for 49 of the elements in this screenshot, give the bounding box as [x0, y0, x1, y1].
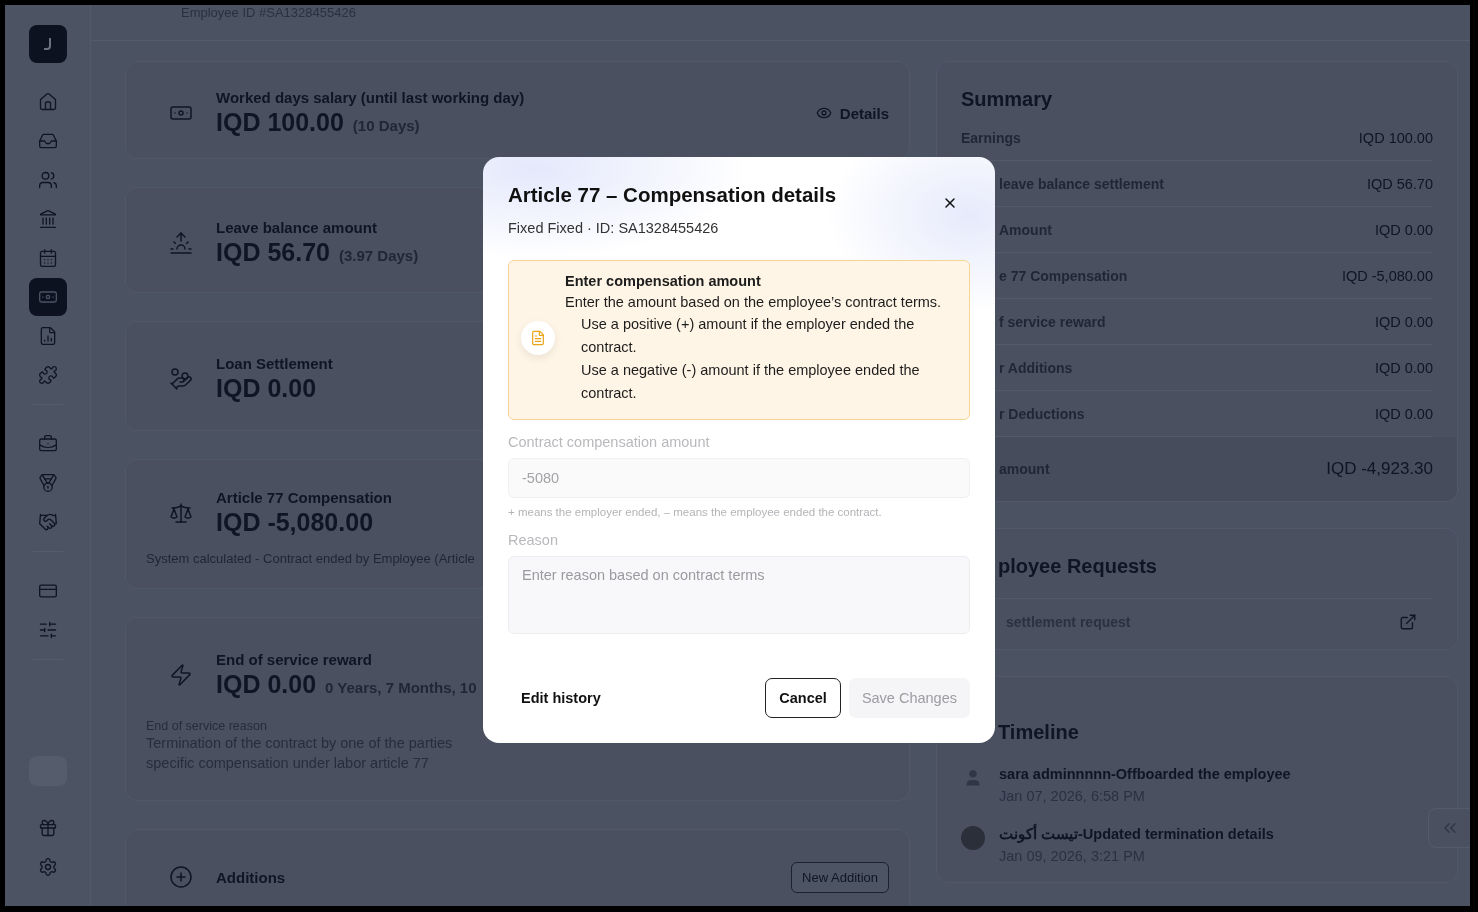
total-value: IQD -4,923.30: [1326, 459, 1433, 479]
dialog-title: Article 77 – Compensation details: [508, 183, 837, 207]
new-addition-button[interactable]: New Addition: [791, 861, 889, 893]
amount-text: IQD -5,080.00: [216, 507, 374, 537]
card-title: Leave balance amount: [216, 219, 377, 236]
field-label: Contract compensation amount: [508, 434, 711, 450]
collapse-button[interactable]: [1428, 808, 1470, 848]
summary-value: IQD 0.00: [1374, 221, 1433, 238]
amount-text: IQD 0.00: [216, 374, 317, 403]
summary-title: Summary: [961, 88, 1054, 111]
sunrise-icon: [169, 231, 193, 255]
card-title: Loan Settlement: [216, 355, 333, 372]
cancel-button[interactable]: Cancel: [765, 678, 841, 718]
summary-value: IQD 0.00: [1374, 405, 1433, 422]
close-button[interactable]: [942, 195, 958, 211]
summary-value: IQD 0.00: [1374, 359, 1433, 376]
requests-title: ployee Requests: [998, 555, 1158, 578]
lightning-icon: [169, 663, 193, 687]
coins-hand-icon: [169, 367, 193, 391]
card-title: Worked days salary (until last working day): [216, 89, 525, 106]
timeline-event: sara adminnnnn-Offboarded the employee: [999, 766, 1291, 782]
avatar: [961, 826, 985, 850]
banknote-icon[interactable]: [28, 278, 67, 316]
eye-icon: [815, 105, 832, 121]
logo-icon[interactable]: [28, 25, 67, 63]
document-icon: [521, 321, 555, 355]
card-title: End of service reward: [216, 651, 372, 668]
amount-text: IQD 0.00: [216, 670, 317, 699]
field-label: Reason: [508, 532, 559, 548]
card-title: Article 77 Compensation: [216, 488, 392, 506]
summary-value: IQD -5,080.00: [1341, 267, 1433, 284]
external-link-icon[interactable]: [1399, 613, 1417, 631]
plus-circle-icon: [169, 865, 193, 889]
summary-value: IQD 0.00: [1374, 313, 1433, 330]
field-hint: + means the employer ended, – means the employee ended the contract.: [508, 506, 883, 518]
details-button[interactable]: Details: [815, 100, 889, 126]
dialog-subtitle: Fixed Fixed · ID: SA1328455426: [508, 220, 720, 236]
scale-icon: [169, 500, 193, 525]
edit-history-button[interactable]: Edit history: [508, 682, 614, 714]
card-title: Additions: [216, 868, 286, 886]
info-bullet: Use a negative (-) amount if the employee ended the contract.: [580, 361, 921, 403]
summary-value: IQD 100.00: [1358, 129, 1433, 146]
info-text: Enter the amount based on the employee’s contract terms.: [565, 293, 943, 312]
info-bullet: Use a positive (+) amount if the employer ended the contract.: [580, 315, 916, 357]
amount-text: IQD 100.00: [216, 108, 344, 137]
info-title: Enter compensation amount: [565, 272, 762, 291]
amount-text: IQD 56.70: [216, 238, 330, 267]
summary-value: IQD 56.70: [1366, 175, 1433, 192]
timeline-title: Timeline: [998, 721, 1080, 744]
